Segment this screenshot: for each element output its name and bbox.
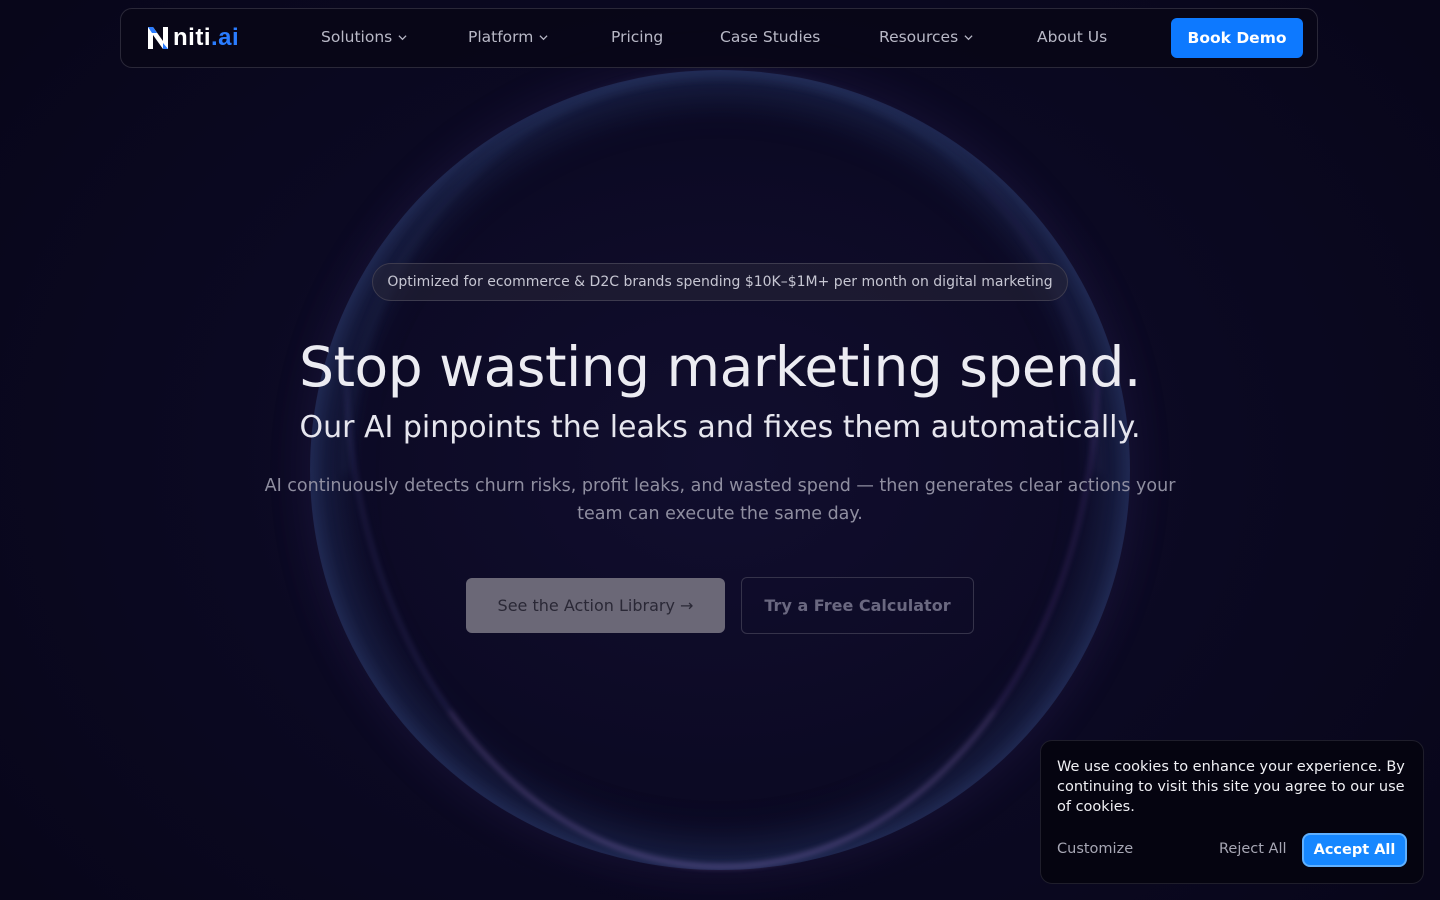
hero-description: AI continuously detects churn risks, pro…	[264, 476, 1176, 524]
hero-subtitle: Our AI pinpoints the leaks and fixes the…	[299, 410, 1141, 445]
book-demo-button[interactable]: Book Demo	[1171, 18, 1303, 58]
nav-item-resources[interactable]: Resources	[879, 28, 973, 46]
cookie-customize-button[interactable]: Customize	[1057, 841, 1133, 857]
nav-item-label: Case Studies	[720, 28, 821, 46]
nav-item-label: Solutions	[321, 28, 393, 46]
cookie-message: We use cookies to enhance your experienc…	[1057, 759, 1405, 815]
audience-badge: Optimized for ecommerce & D2C brands spe…	[372, 263, 1068, 301]
hero-title: Stop wasting marketing spend.	[299, 335, 1141, 399]
chevron-down-icon	[964, 34, 973, 40]
nav-item-about-us[interactable]: About Us	[1037, 28, 1107, 46]
nav-item-label: Resources	[879, 28, 959, 46]
brand-logo[interactable]: niti.ai	[147, 26, 239, 50]
top-navigation: niti.ai Solutions Platform Pricing Case …	[120, 8, 1318, 68]
chevron-down-icon	[539, 34, 548, 40]
nav-item-platform[interactable]: Platform	[468, 28, 548, 46]
cookie-consent-banner: We use cookies to enhance your experienc…	[1040, 740, 1424, 884]
try-free-calculator-button[interactable]: Try a Free Calculator	[741, 577, 974, 634]
nav-item-label: Platform	[468, 28, 534, 46]
landing-page: niti.ai Solutions Platform Pricing Case …	[0, 0, 1440, 900]
niti-logo-icon	[148, 27, 168, 49]
nav-item-pricing[interactable]: Pricing	[611, 28, 663, 46]
cookie-reject-all-button[interactable]: Reject All	[1219, 841, 1287, 857]
brand-wordmark: niti.ai	[173, 24, 240, 51]
nav-item-solutions[interactable]: Solutions	[321, 28, 407, 46]
nav-item-case-studies[interactable]: Case Studies	[720, 28, 820, 46]
nav-item-label: About Us	[1037, 28, 1108, 46]
chevron-down-icon	[398, 34, 407, 40]
see-action-library-button[interactable]: See the Action Library →	[466, 578, 725, 633]
cookie-accept-all-button[interactable]: Accept All	[1302, 833, 1407, 867]
nav-item-label: Pricing	[611, 28, 664, 46]
